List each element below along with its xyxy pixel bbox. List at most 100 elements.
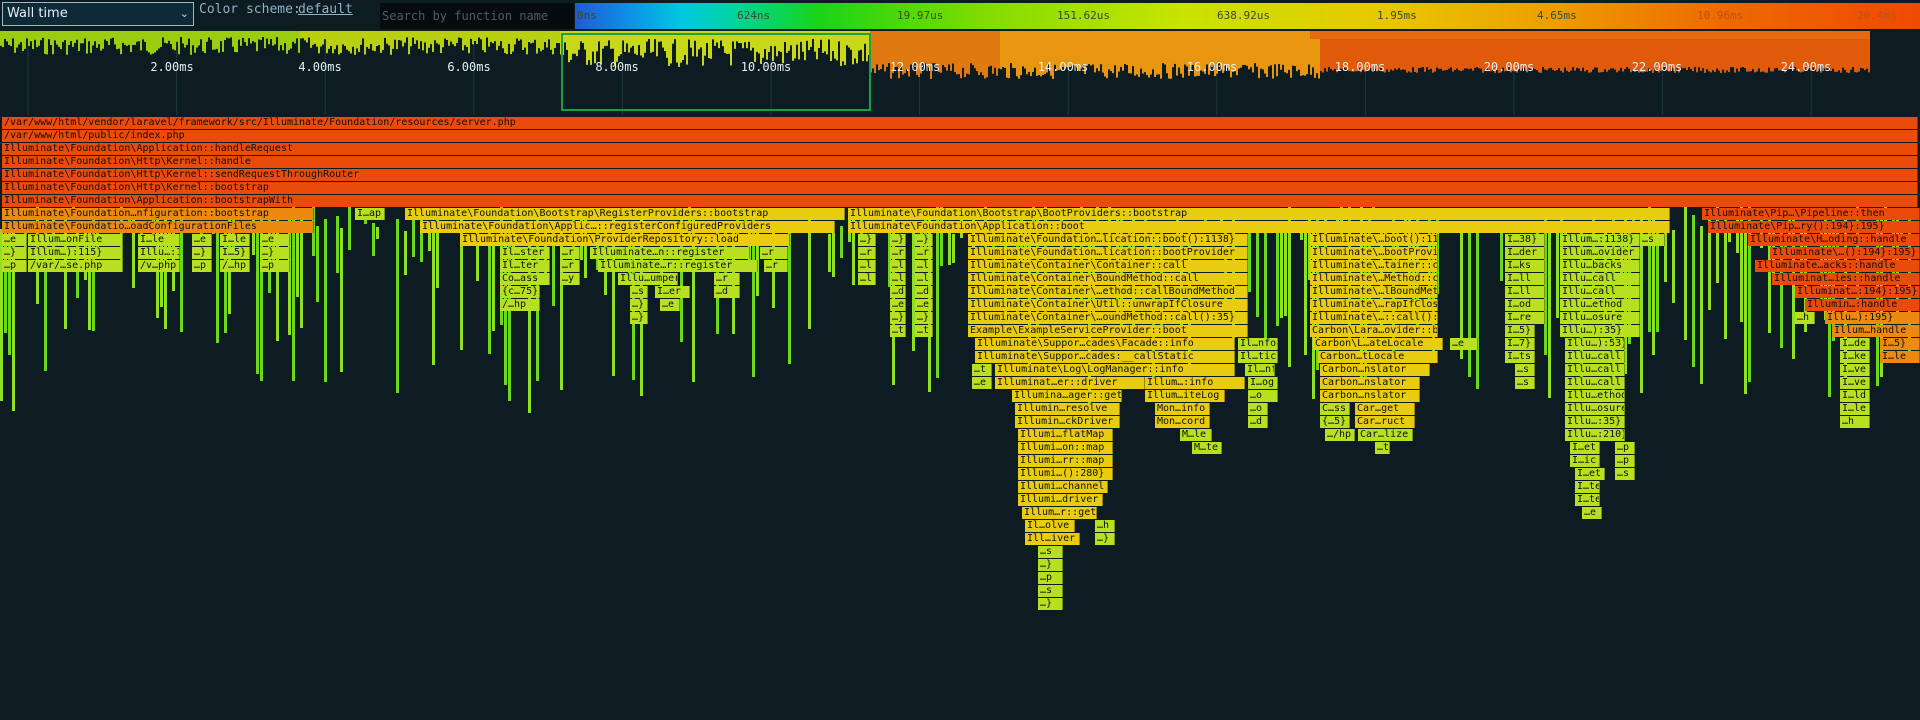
- flame-frame[interactable]: Illu…call: [1560, 286, 1640, 298]
- search-input[interactable]: [380, 3, 574, 29]
- flame-frame[interactable]: Carbon…tLocale: [1318, 351, 1438, 363]
- flame-frame[interactable]: I…ic: [1570, 455, 1600, 467]
- flame-frame[interactable]: Illumin…ckDriver: [1015, 416, 1120, 428]
- flame-frame[interactable]: …h: [1795, 312, 1815, 324]
- flame-frame[interactable]: I…et: [1575, 468, 1605, 480]
- flame-frame[interactable]: …s: [1038, 585, 1063, 597]
- flame-frame[interactable]: …t: [1375, 442, 1390, 454]
- flame-frame[interactable]: Illuminate\Suppor…cades\Facade::info: [975, 338, 1235, 350]
- flame-frame[interactable]: Illumin…:handle: [1805, 299, 1920, 311]
- flame-frame[interactable]: …e: [192, 234, 212, 246]
- flame-frame[interactable]: Illuminate…acks::handle: [1755, 260, 1920, 272]
- flame-frame[interactable]: /var/…se.php: [28, 260, 123, 272]
- flame-frame[interactable]: …r: [714, 273, 740, 285]
- flame-frame[interactable]: …p: [260, 260, 290, 272]
- flame-frame[interactable]: I…re: [1505, 312, 1545, 324]
- flame-frame[interactable]: …}: [1095, 533, 1115, 545]
- flame-frame[interactable]: {…5}: [1320, 416, 1350, 428]
- flame-frame[interactable]: Il…ter: [500, 260, 550, 272]
- flame-frame[interactable]: Illuminat…:194}:195}: [1795, 286, 1920, 298]
- flame-frame[interactable]: Illum…:1138}: [1560, 234, 1640, 246]
- flame-frame[interactable]: I…og: [1248, 377, 1278, 389]
- flame-frame[interactable]: Illuminate\Foundation\ProviderRepository…: [460, 234, 790, 246]
- flame-frame[interactable]: Illuminat…ies::handle: [1772, 273, 1920, 285]
- flame-frame[interactable]: …r: [764, 260, 788, 272]
- flame-frame[interactable]: …l: [915, 273, 933, 285]
- flame-frame[interactable]: Illuminate\Foundation\Applic…::registerC…: [420, 221, 835, 233]
- flame-frame[interactable]: …d: [890, 286, 906, 298]
- flame-frame[interactable]: Car…get: [1355, 403, 1415, 415]
- flame-frame[interactable]: Carbon\L…ateLocale: [1313, 338, 1443, 350]
- flame-frame[interactable]: …e: [1450, 338, 1478, 350]
- flame-frame[interactable]: Illu…):53}: [1565, 338, 1625, 350]
- flame-frame[interactable]: …p: [1615, 455, 1635, 467]
- flame-frame[interactable]: …p: [1038, 572, 1063, 584]
- flame-frame[interactable]: Illuminate\…::call():35}: [1310, 312, 1438, 324]
- flame-frame[interactable]: Carbon…nslator: [1320, 390, 1420, 402]
- flame-frame[interactable]: Illu…:210}: [1565, 429, 1625, 441]
- flame-frame[interactable]: Ill…iver: [1025, 533, 1080, 545]
- flame-frame[interactable]: Illu…):35}: [1560, 325, 1640, 337]
- flame-frame[interactable]: …}: [915, 312, 933, 324]
- flame-frame[interactable]: I…ve: [1840, 377, 1870, 389]
- flame-frame[interactable]: Illuminate\Foundation\Bootstrap\BootProv…: [848, 208, 1670, 220]
- flame-frame[interactable]: …}: [915, 234, 933, 246]
- flame-frame[interactable]: Illuminate\Container\…oundMethod::call()…: [968, 312, 1248, 324]
- flame-frame[interactable]: Illuminate\Pip…\Pipeline::then: [1702, 208, 1920, 220]
- flame-frame[interactable]: Illumi…rr::map: [1018, 455, 1113, 467]
- flame-frame[interactable]: I…ts: [1505, 351, 1535, 363]
- flame-frame[interactable]: …l: [915, 260, 933, 272]
- flame-frame[interactable]: …s: [1038, 546, 1063, 558]
- flame-frame[interactable]: Illuminate\Foundation…lication::bootProv…: [968, 247, 1248, 259]
- flame-frame[interactable]: Illuminate\Foundation\Application::boot: [848, 221, 1670, 233]
- color-scheme-link[interactable]: default: [298, 2, 353, 17]
- flame-frame[interactable]: I…de: [1840, 338, 1870, 350]
- flame-frame[interactable]: Illuminate\…Method::call: [1310, 273, 1438, 285]
- flame-frame[interactable]: /var/www/html/vendor/laravel/framework/s…: [2, 117, 1918, 129]
- flame-frame[interactable]: {c…75}: [500, 286, 540, 298]
- flame-frame[interactable]: Illuminate\Foundation\Http\Kernel::sendR…: [2, 169, 1918, 181]
- flame-frame[interactable]: Illuminate\…rapIfClosure: [1310, 299, 1438, 311]
- flame-frame[interactable]: …}: [890, 234, 906, 246]
- flame-frame[interactable]: …t: [890, 325, 906, 337]
- flame-frame[interactable]: Illuminate\Foundation\Bootstrap\Register…: [405, 208, 845, 220]
- flame-frame[interactable]: …}: [2, 247, 27, 259]
- flame-frame[interactable]: I…5}: [1505, 325, 1535, 337]
- flame-frame[interactable]: Illu…):195}: [1825, 312, 1920, 324]
- flame-frame[interactable]: /…hp: [220, 260, 250, 272]
- flame-frame[interactable]: Illuminate\Container\Util::unwrapIfClosu…: [968, 299, 1248, 311]
- flame-frame[interactable]: …y: [560, 273, 580, 285]
- flame-frame[interactable]: Illuminate\H…oding::handle: [1748, 234, 1920, 246]
- flame-frame[interactable]: Car…lize: [1358, 429, 1413, 441]
- flame-frame[interactable]: Illum…:info: [1145, 377, 1245, 389]
- flame-frame[interactable]: Illuminate\Foundatio…oadConfigurationFil…: [2, 221, 314, 233]
- flame-frame[interactable]: …r: [560, 260, 580, 272]
- flame-frame[interactable]: …s: [1640, 234, 1665, 246]
- flame-frame[interactable]: …p: [1615, 442, 1635, 454]
- flame-frame[interactable]: Illuminate\Foundation\Http\Kernel::handl…: [2, 156, 1918, 168]
- flame-frame[interactable]: Illu…:115}: [138, 247, 180, 259]
- flame-frame[interactable]: I…ke: [1840, 351, 1870, 363]
- flame-frame[interactable]: I…od: [1505, 299, 1545, 311]
- flame-frame[interactable]: Illuminate\…bootProvider: [1310, 247, 1438, 259]
- flame-frame[interactable]: Illu…osure: [1565, 403, 1625, 415]
- flame-frame[interactable]: …r: [560, 247, 580, 259]
- flame-frame[interactable]: …l: [890, 260, 906, 272]
- flame-frame[interactable]: …}: [192, 247, 212, 259]
- flame-frame[interactable]: …p: [2, 260, 27, 272]
- flame-frame[interactable]: …e: [890, 299, 906, 311]
- flame-frame[interactable]: …h: [1840, 416, 1870, 428]
- flame-frame[interactable]: …}: [630, 312, 648, 324]
- flame-frame[interactable]: Il…ster: [500, 247, 550, 259]
- flame-frame[interactable]: Illum…iteLog: [1145, 390, 1225, 402]
- flame-frame[interactable]: Illuminate\…tainer::call: [1310, 260, 1438, 272]
- flame-frame[interactable]: …d: [1248, 416, 1268, 428]
- flame-frame[interactable]: Illuminate\Foundation…nfiguration::boots…: [2, 208, 314, 220]
- flame-frame[interactable]: Illuminate\Foundation…lication::boot():1…: [968, 234, 1248, 246]
- flame-frame[interactable]: I…le: [1840, 403, 1870, 415]
- flame-frame[interactable]: …}: [630, 299, 648, 311]
- flame-frame[interactable]: I…te: [1575, 494, 1600, 506]
- flame-frame[interactable]: /v…php: [138, 260, 180, 272]
- flame-frame[interactable]: Il…nfo: [1238, 338, 1278, 350]
- flame-frame[interactable]: Il…tic: [1238, 351, 1278, 363]
